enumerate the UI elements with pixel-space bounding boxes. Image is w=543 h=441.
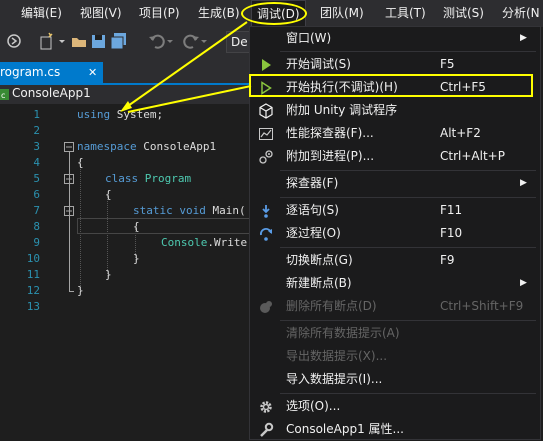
undo-icon[interactable] <box>148 32 166 50</box>
menu-item-performance-profiler[interactable]: 性能探查器(F)... Alt+F2 <box>250 122 540 145</box>
document-tab-row: rogram.cs ✕ <box>0 55 250 83</box>
navigation-bar[interactable]: c ConsoleApp1 <box>0 85 250 105</box>
open-folder-icon[interactable] <box>70 32 88 50</box>
line-number: 11 <box>26 268 40 281</box>
save-all-icon[interactable] <box>110 32 128 50</box>
outline-line <box>69 152 70 292</box>
menu-item-toggle-breakpoint[interactable]: 切换断点(G) F9 <box>250 249 540 272</box>
code-line-7: static void Main( <box>133 204 246 217</box>
menu-project[interactable]: 项目(P) <box>139 0 180 27</box>
step-over-icon <box>260 228 272 241</box>
menu-item-clear-datatips[interactable]: 清除所有数据提示(A) <box>250 322 540 345</box>
submenu-arrow-icon: ▶ <box>520 178 527 188</box>
line-number: 2 <box>33 124 40 137</box>
code-line-6: { <box>105 188 112 201</box>
menu-item-project-properties[interactable]: ConsoleApp1 属性... <box>250 418 540 441</box>
code-line-9: Console.Write <box>161 236 248 249</box>
attach-process-icon <box>259 150 273 164</box>
annotation-highlight-box <box>249 74 533 97</box>
menu-item-import-datatips[interactable]: 导入数据提示(I)... <box>250 368 540 391</box>
line-number: 4 <box>33 156 40 169</box>
menu-item-export-datatips[interactable]: 导出数据提示(X)... <box>250 345 540 368</box>
outline-line-end <box>69 291 74 292</box>
redo-chevron-icon[interactable] <box>200 32 208 50</box>
menu-item-start-debugging[interactable]: 开始调试(S) F5 <box>250 53 540 76</box>
line-number: 1 <box>33 108 40 121</box>
menu-item-delete-all-breakpoints[interactable]: 删除所有断点(D) Ctrl+Shift+F9 <box>250 295 540 318</box>
delete-breakpoints-icon <box>260 301 272 313</box>
code-line-8: { <box>133 220 140 233</box>
code-line-3: namespace ConsoleApp1 <box>77 140 217 153</box>
indent-guide <box>107 196 108 276</box>
csharp-project-icon: c <box>0 89 9 100</box>
menu-item-window[interactable]: 窗口(W) ▶ <box>250 27 540 50</box>
code-line-10: } <box>133 252 140 265</box>
tab-program-cs[interactable]: rogram.cs ✕ <box>0 62 103 83</box>
menu-separator <box>280 170 536 171</box>
chevron-down-icon[interactable] <box>58 32 66 50</box>
menu-separator <box>280 393 536 394</box>
toolbar: De <box>0 27 258 55</box>
forward-icon[interactable] <box>6 32 22 50</box>
menu-separator <box>280 320 536 321</box>
code-line-12: } <box>77 284 84 297</box>
menu-item-step-into[interactable]: 逐语句(S) F11 <box>250 199 540 222</box>
menu-build[interactable]: 生成(B) <box>198 0 240 27</box>
code-editor[interactable]: 1 2 3 4 5 6 7 8 9 10 11 12 13 using Syst… <box>0 104 250 441</box>
tab-label: rogram.cs <box>0 65 61 79</box>
svg-text:c: c <box>1 91 5 100</box>
submenu-arrow-icon: ▶ <box>520 33 527 43</box>
menu-separator <box>280 247 536 248</box>
code-line-4: { <box>77 156 84 169</box>
undo-chevron-icon[interactable] <box>166 32 174 50</box>
new-project-icon[interactable] <box>38 32 56 50</box>
menu-test[interactable]: 测试(S) <box>443 0 484 27</box>
project-selector[interactable]: ConsoleApp1 <box>12 86 91 100</box>
submenu-arrow-icon: ▶ <box>520 278 527 288</box>
redo-icon[interactable] <box>182 32 200 50</box>
menu-item-new-breakpoint[interactable]: 新建断点(B) ▶ <box>250 272 540 295</box>
line-number: 3 <box>33 140 40 153</box>
menu-separator <box>280 197 536 198</box>
menu-separator <box>280 51 536 52</box>
gear-icon <box>260 401 272 413</box>
wrench-icon <box>260 422 274 437</box>
save-icon[interactable] <box>90 32 108 50</box>
menu-tools[interactable]: 工具(T) <box>385 0 426 27</box>
line-number: 8 <box>33 220 40 233</box>
menu-item-profiler[interactable]: 探查器(F) ▶ <box>250 172 540 195</box>
line-number: 6 <box>33 188 40 201</box>
play-icon <box>262 59 271 71</box>
menu-view[interactable]: 视图(V) <box>80 0 122 27</box>
menu-team[interactable]: 团队(M) <box>320 0 364 27</box>
annotation-ellipse <box>241 2 307 25</box>
line-number: 7 <box>33 204 40 217</box>
current-line-highlight <box>77 218 250 234</box>
menu-item-attach-to-process[interactable]: 附加到进程(P)... Ctrl+Alt+P <box>250 145 540 168</box>
profiler-icon <box>259 128 273 140</box>
menu-item-step-over[interactable]: 逐过程(O) F10 <box>250 222 540 245</box>
code-line-1: using System; <box>77 108 164 121</box>
line-number: 12 <box>26 284 40 297</box>
step-into-icon <box>262 205 270 218</box>
line-number: 13 <box>26 300 40 313</box>
line-number: 10 <box>26 252 40 265</box>
menu-item-attach-unity[interactable]: 附加 Unity 调试程序 <box>250 99 540 122</box>
collapse-icon[interactable] <box>64 142 74 152</box>
code-line-11: } <box>105 268 112 281</box>
menu-analyze[interactable]: 分析(N <box>502 0 540 27</box>
code-line-5: class Program <box>105 172 192 185</box>
line-number: 5 <box>33 172 40 185</box>
menu-item-options[interactable]: 选项(O)... <box>250 395 540 418</box>
line-number: 9 <box>33 236 40 249</box>
unity-cube-icon <box>259 103 273 119</box>
close-icon[interactable]: ✕ <box>88 62 97 83</box>
menu-edit[interactable]: 编辑(E) <box>21 0 62 27</box>
